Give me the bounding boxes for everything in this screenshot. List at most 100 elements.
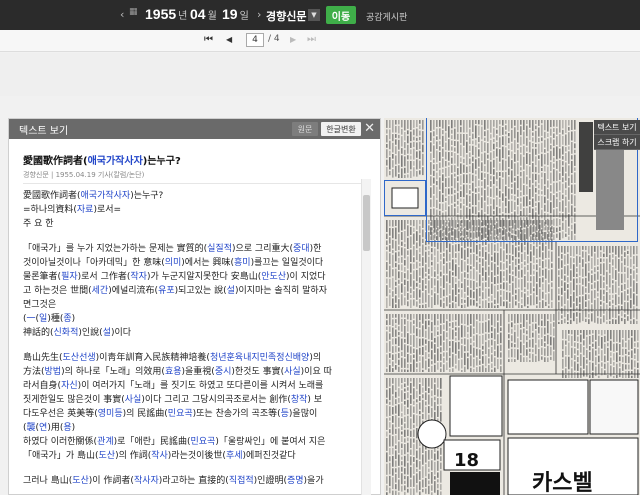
newsprint-text — [582, 296, 584, 309]
newsprint-text — [576, 318, 578, 324]
move-button[interactable]: 이동 — [326, 6, 356, 24]
page-number-input[interactable]: 4 — [246, 33, 264, 47]
newsprint-text — [521, 242, 523, 253]
article-region-highlight[interactable] — [384, 180, 426, 216]
newsprint-text — [410, 430, 412, 437]
newsprint-text — [488, 348, 490, 357]
side-menu-scrap[interactable]: 스크랩 하기 — [594, 135, 640, 150]
prev-date-arrow[interactable]: ‹ — [120, 8, 124, 21]
korean-convert-button[interactable]: 한글변환 — [321, 122, 361, 136]
newsprint-text — [512, 282, 514, 295]
newsprint-text — [538, 339, 540, 348]
newsprint-text — [476, 321, 478, 333]
newsprint-text — [621, 255, 623, 262]
newsprint-text — [506, 260, 508, 269]
newsprint-text — [624, 266, 626, 273]
scrollbar-thumb[interactable] — [363, 195, 370, 251]
hangul-reading: 증명 — [286, 476, 304, 486]
newsprint-text — [404, 480, 406, 484]
newsprint-text — [600, 318, 602, 324]
newsprint-text — [386, 431, 388, 437]
newspaper-select[interactable]: 경향신문 — [266, 8, 306, 24]
newsprint-text — [529, 325, 531, 339]
newsprint-text — [392, 269, 394, 277]
day-select[interactable]: 19 일 — [222, 6, 249, 22]
prev-page-icon[interactable]: ◀ — [226, 35, 232, 44]
newsprint-text — [428, 294, 430, 308]
newsprint-text — [479, 251, 481, 257]
hangul-reading: 작자 — [130, 272, 147, 282]
newsprint-text — [491, 283, 493, 294]
line-text: 주 요 한 — [23, 219, 54, 229]
side-menu: 텍스트 보기 스크랩 하기 — [594, 120, 640, 150]
newsprint-text — [449, 270, 451, 284]
line-text: 면그것은 — [23, 300, 57, 310]
newsprint-text — [392, 407, 394, 415]
newsprint-text — [491, 314, 493, 326]
newsprint-text — [570, 270, 572, 281]
newsprint-text — [624, 283, 626, 290]
newsprint-text — [624, 314, 626, 318]
newsprint-text — [419, 378, 421, 383]
newsprint-text — [600, 306, 602, 318]
newsprint-text — [625, 348, 627, 355]
newspaper-page-image[interactable]: 카스벨 18 — [384, 118, 640, 495]
newsprint-text — [539, 246, 541, 258]
newsprint-text — [386, 438, 388, 451]
newsprint-text — [547, 314, 549, 320]
newsprint-text — [585, 277, 587, 287]
first-page-icon[interactable]: ⏮ — [204, 34, 213, 45]
newsprint-text — [395, 220, 397, 227]
line-text: )를끄는 일일것이다 — [250, 258, 324, 268]
newsprint-text — [401, 136, 403, 147]
newsprint-text — [389, 314, 391, 325]
calendar-icon[interactable]: ▦ — [129, 7, 138, 17]
newsprint-text — [401, 155, 403, 167]
newsprint-text — [410, 418, 412, 430]
newsprint-text — [621, 273, 623, 284]
newsprint-text — [386, 233, 388, 239]
newsprint-text — [542, 269, 544, 276]
chevron-down-icon[interactable]: ▼ — [308, 9, 320, 21]
notice-board-link[interactable]: 공감게시판 — [366, 10, 407, 23]
close-icon[interactable]: ✕ — [364, 121, 375, 136]
newsprint-text — [416, 439, 418, 450]
newsprint-text — [464, 346, 466, 352]
year-select[interactable]: 1955 년 — [145, 6, 187, 22]
original-text-button[interactable]: 원문 — [292, 122, 318, 136]
ad-box — [507, 379, 589, 435]
newsprint-text — [532, 338, 534, 348]
newsprint-text — [401, 318, 403, 332]
newsprint-text — [389, 120, 391, 128]
line-text: )을重視( — [181, 367, 215, 377]
newsprint-text — [618, 259, 620, 272]
newsprint-text — [392, 385, 394, 395]
newsprint-text — [422, 369, 424, 372]
newsprint-text — [422, 153, 424, 166]
newsprint-text — [395, 165, 397, 177]
side-menu-text-view[interactable]: 텍스트 보기 — [594, 120, 640, 135]
next-date-arrow[interactable]: › — [257, 8, 261, 21]
newsprint-text — [515, 301, 517, 306]
next-page-icon[interactable]: ▶ — [290, 35, 296, 44]
last-page-icon[interactable]: ⏭ — [307, 34, 316, 45]
article-line: 주 요 한 — [23, 217, 360, 231]
line-text: 물론筆者( — [23, 272, 62, 282]
newsprint-text — [437, 242, 439, 250]
newsprint-text — [413, 320, 415, 324]
newsprint-text — [389, 245, 391, 252]
newsprint-text — [548, 270, 550, 283]
newsprint-text — [392, 477, 394, 490]
newsprint-text — [613, 353, 615, 361]
newsprint-text — [437, 450, 439, 460]
newsprint-text — [407, 320, 409, 332]
newsprint-text — [533, 264, 535, 270]
newsprint-text — [630, 320, 632, 324]
line-text: )이지마는 솔직히 말하자 — [234, 286, 327, 296]
newsprint-text — [434, 476, 436, 480]
month-select[interactable]: 04 월 — [190, 6, 217, 22]
newsprint-text — [410, 149, 412, 155]
newsprint-text — [407, 488, 409, 493]
hangul-reading: 직접적 — [228, 476, 254, 486]
scrollbar[interactable] — [361, 179, 371, 495]
